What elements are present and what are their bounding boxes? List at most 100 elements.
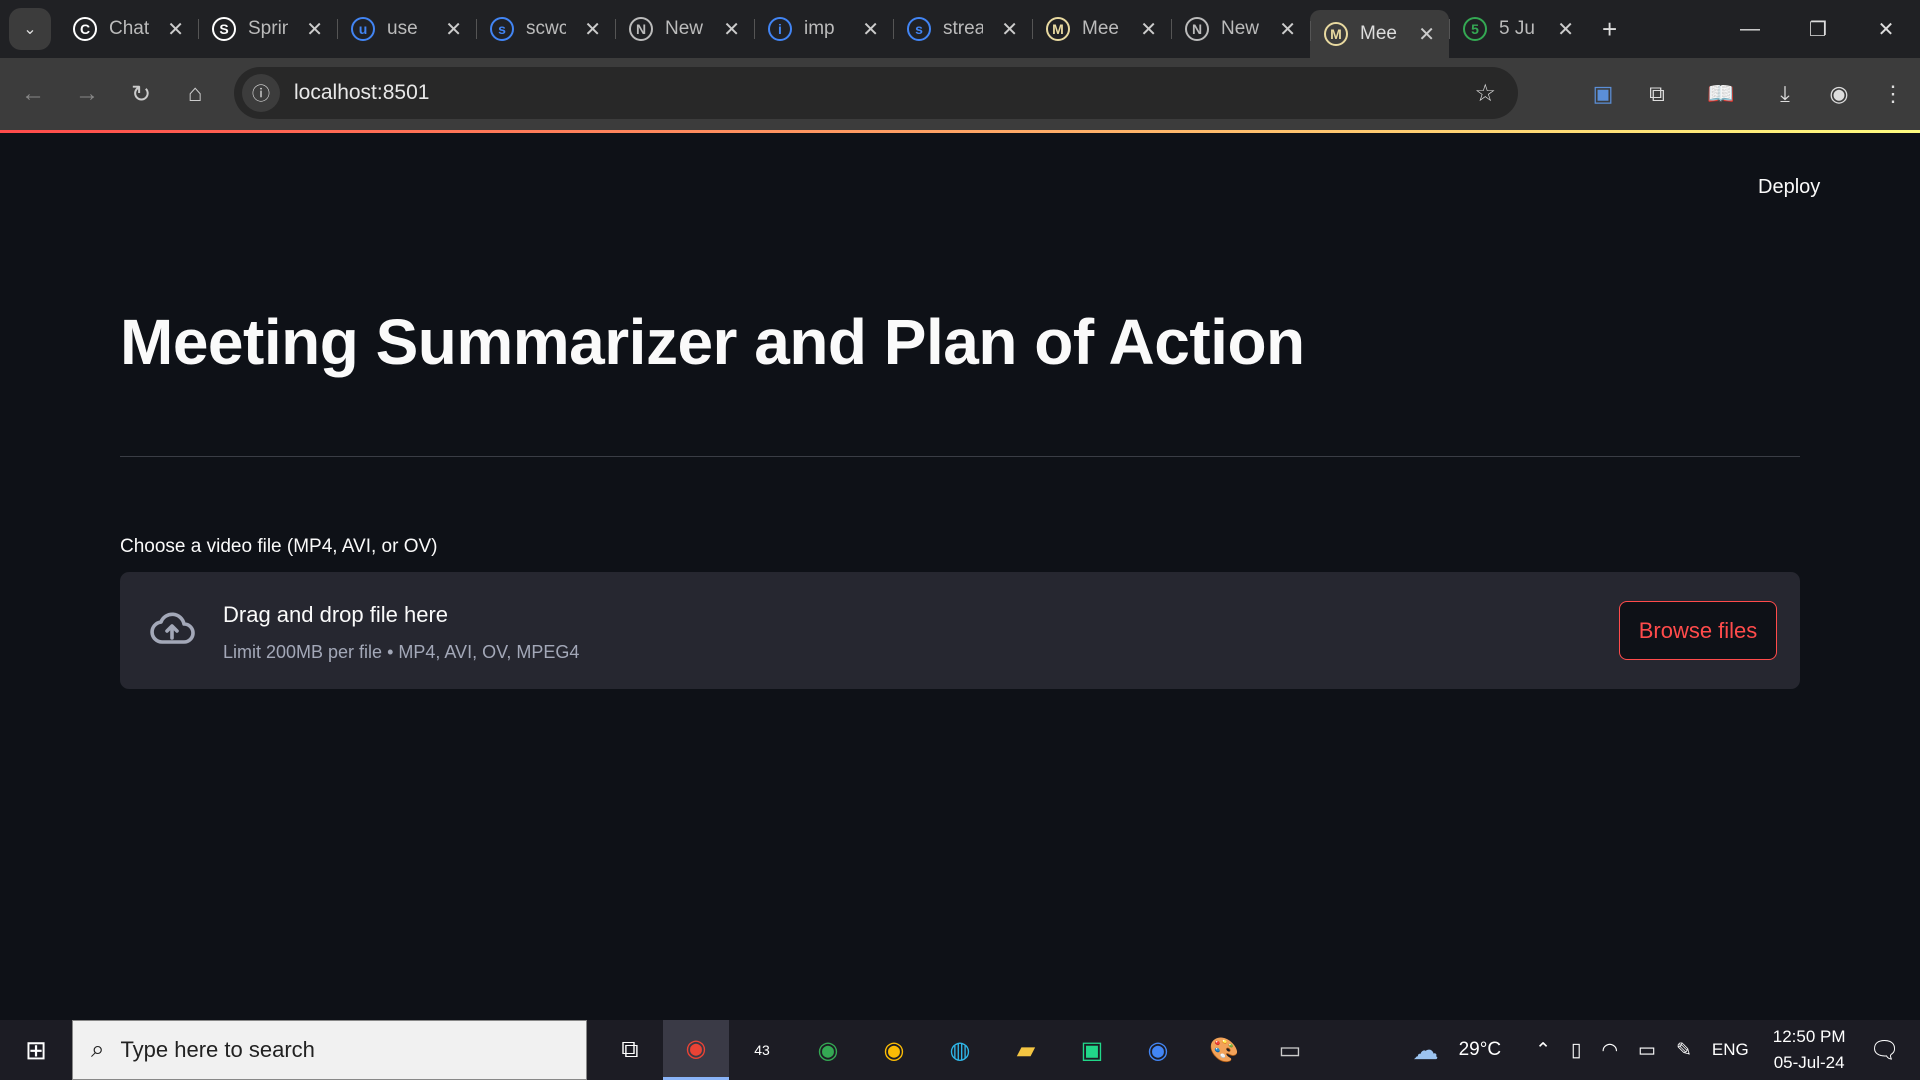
browser-tab[interactable]: N New ✕ [615,8,754,50]
close-tab-icon[interactable]: ✕ [1140,17,1157,42]
close-tab-icon[interactable]: ✕ [167,17,184,42]
language-indicator[interactable]: ENG [1712,1040,1749,1060]
tab-title: scwc [526,18,566,39]
pycharm-icon[interactable]: ▣ [1059,1020,1125,1080]
meet-icon[interactable]: ▯ [1571,1039,1581,1062]
deploy-button[interactable]: Deploy [1758,172,1820,203]
tab-title: New [1221,18,1260,39]
close-tab-icon[interactable]: ✕ [1557,17,1574,42]
file-explorer-icon[interactable]: ▰ [993,1020,1059,1080]
notifications-icon[interactable]: 🗨 [1870,1036,1900,1065]
chrome-profile-s-icon[interactable]: ◉ [1125,1020,1191,1080]
wifi-icon[interactable]: ◠ [1601,1039,1618,1062]
back-button[interactable]: ← [6,80,60,108]
whatsapp-taskbar-icon[interactable]: 43 [729,1020,795,1080]
clock-date: 05-Jul-24 [1773,1053,1845,1072]
close-tab-icon[interactable]: ✕ [723,17,740,42]
profile-avatar[interactable]: ◉ [1812,81,1866,107]
streamlit-page-icon: M [1324,22,1348,46]
browser-tab[interactable]: M Mee ✕ [1032,8,1171,50]
streamlit-page-icon: M [1046,17,1070,41]
browser-tab[interactable]: s scwc ✕ [476,8,615,50]
close-window-button[interactable]: ✕ [1852,0,1920,58]
edge-taskbar-icon[interactable]: ◍ [927,1020,993,1080]
clock[interactable]: 12:50 PM 05-Jul-24 [1773,1024,1846,1076]
tray-chevron-up-icon[interactable]: ⌃ [1535,1039,1551,1062]
site-info-icon[interactable]: ⓘ [242,74,280,112]
task-view-icon[interactable]: ⧉ [597,1020,663,1080]
pen-icon[interactable]: ✎ [1676,1039,1692,1062]
home-button[interactable]: ⌂ [168,80,222,108]
tab-title: use [387,18,418,39]
browser-tab[interactable]: M Mee ✕ [1310,10,1449,58]
browser-tab[interactable]: 5 5 Ju ✕ [1449,8,1588,50]
tab-title: Mee [1082,18,1119,39]
dropzone-title: Drag and drop file here [223,602,449,627]
extensions-puzzle-icon[interactable]: ⧉ [1630,81,1684,107]
close-tab-icon[interactable]: ✕ [1001,17,1018,42]
chevron-down-icon: ⌄ [23,21,37,38]
extension-icon[interactable]: ▣ [1576,81,1630,107]
download-icon[interactable]: ⤓ [1758,81,1812,107]
bookmark-star-icon[interactable]: ☆ [1474,79,1496,108]
dropzone-limits: Limit 200MB per file • MP4, AVI, OV, MPE… [223,642,580,662]
browser-tab[interactable]: s strea ✕ [893,8,1032,50]
browser-tab[interactable]: i imp ✕ [754,8,893,50]
close-tab-icon[interactable]: ✕ [306,17,323,42]
close-tab-icon[interactable]: ✕ [584,17,601,42]
battery-icon[interactable]: ▭ [1638,1039,1656,1062]
menu-kebab-icon[interactable]: ⋮ [1866,81,1920,107]
browser-tab[interactable]: S Spring ✕ [198,8,337,50]
paint-icon[interactable]: 🎨 [1191,1020,1257,1080]
close-tab-icon[interactable]: ✕ [1279,17,1296,42]
clock-time: 12:50 PM [1772,1027,1846,1046]
page-title: Meeting Summarizer and Plan of Action [120,306,1305,378]
forward-button[interactable]: → [60,80,114,108]
tab-title: New [665,18,704,39]
weather-cloud-icon[interactable]: ☁ [1413,1035,1439,1066]
taskbar-search-input[interactable]: ⌕ Type here to search [72,1020,587,1080]
browser-tab[interactable]: u use ✕ [337,8,476,50]
chrome-icon: N [629,17,653,41]
reading-list-icon[interactable]: 📖 [1694,81,1748,107]
search-placeholder: Type here to search [120,1037,315,1062]
browse-files-button[interactable]: Browse files [1619,601,1777,660]
close-tab-icon[interactable]: ✕ [445,17,462,42]
google-icon: u [351,17,375,41]
new-tab-button[interactable]: + [1602,14,1617,45]
minimize-button[interactable]: — [1716,0,1784,58]
chrome-profile-c-icon[interactable]: ◉ [795,1020,861,1080]
divider [120,456,1800,457]
tab-search-button[interactable]: ⌄ [9,8,51,50]
search-icon: ⌕ [91,1036,105,1063]
google-icon: s [490,17,514,41]
windows-start-icon[interactable]: ⊞ [0,1035,72,1066]
chrome-profile-a-icon[interactable]: ◉ [861,1020,927,1080]
chatgpt-icon: C [73,17,97,41]
github-icon: S [212,17,236,41]
chrome-taskbar-icon[interactable]: ◉ [663,1020,729,1080]
close-tab-icon[interactable]: ✕ [1418,22,1435,47]
tab-title: ChatGPT [109,18,149,39]
file-dropzone[interactable]: Drag and drop file here Limit 200MB per … [120,572,1800,689]
tab-title: strea [943,18,983,39]
browser-toolbar: ← → ↻ ⌂ ⓘ localhost:8501 ☆ ▣ ⧉ 📖 ⤓ ◉ ⋮ [0,58,1920,130]
google-icon: i [768,17,792,41]
loading-gradient-bar [0,130,1920,133]
restore-button[interactable]: ❐ [1784,0,1852,58]
tab-title: Mee [1360,23,1397,44]
cloud-upload-icon [150,612,195,644]
close-tab-icon[interactable]: ✕ [862,17,879,42]
address-bar[interactable]: ⓘ localhost:8501 ☆ [234,67,1518,119]
weather-temp[interactable]: 29°C [1459,1039,1501,1061]
browser-tab[interactable]: N New ✕ [1171,8,1310,50]
tab-title: Spring [248,18,288,39]
reload-button[interactable]: ↻ [114,80,168,109]
browser-tab[interactable]: C ChatGPT ✕ [59,8,198,50]
terminal-icon[interactable]: ▭ [1257,1020,1323,1080]
url-text[interactable]: localhost:8501 [294,81,429,105]
file-uploader-label: Choose a video file (MP4, AVI, or OV) [120,536,438,557]
google-icon: s [907,17,931,41]
tab-strip: ⌄ CChatGPT✕SSpring✕uuse✕sscwc✕NNew✕iimp✕… [0,0,1920,58]
windows-taskbar: ⊞ ⌕ Type here to search ⧉ ◉ 43 ◉ ◉ ◍ ▰ ▣… [0,1020,1920,1080]
